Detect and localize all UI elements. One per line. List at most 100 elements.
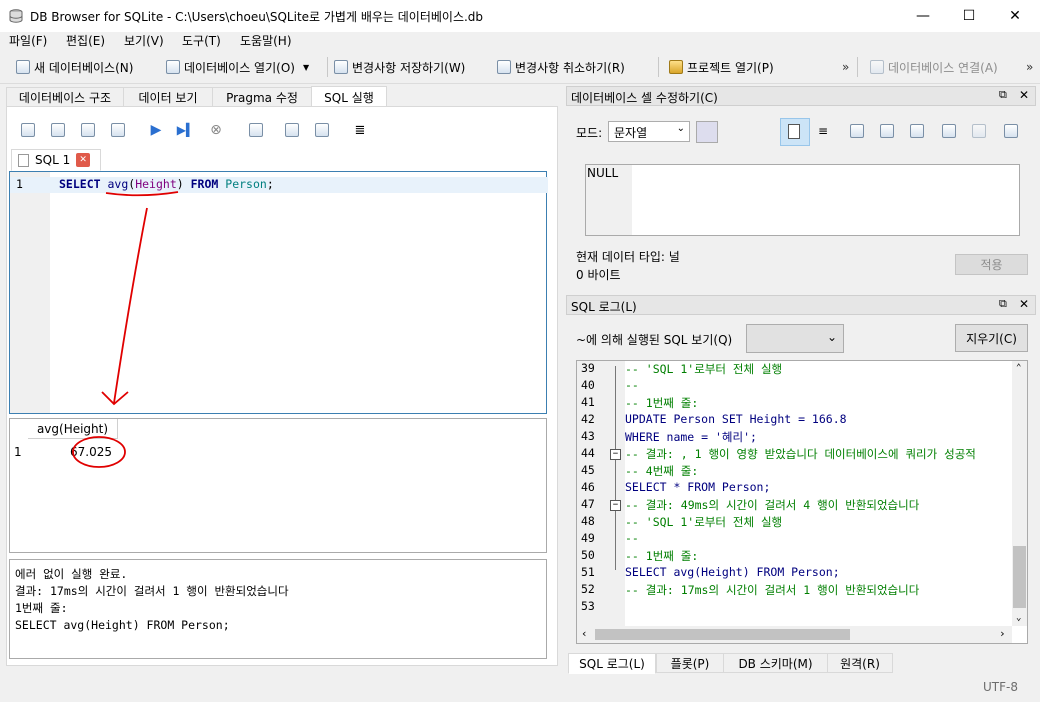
float-dock-icon[interactable]: ⧉ bbox=[999, 297, 1007, 311]
vertical-scrollbar[interactable]: ⌃ ⌄ bbox=[1012, 361, 1027, 626]
open-sql-file-icon[interactable] bbox=[49, 121, 67, 139]
menu-help[interactable]: 도움말(H) bbox=[240, 32, 292, 49]
mode-label: 모드: bbox=[576, 126, 603, 140]
import-icon[interactable] bbox=[850, 124, 864, 141]
log-line-number: 46 bbox=[581, 480, 595, 494]
new-database-button[interactable]: 새 데이터베이스(N) bbox=[12, 55, 137, 79]
cell-content-editor[interactable]: NULL bbox=[585, 164, 1020, 236]
open-project-label: 프로젝트 열기(P) bbox=[687, 60, 774, 75]
horizontal-scrollbar[interactable]: ‹ › bbox=[577, 626, 1012, 643]
menu-tools[interactable]: 도구(T) bbox=[182, 32, 221, 49]
editor-code-line[interactable]: SELECT avg(Height) FROM Person; bbox=[59, 177, 274, 191]
maximize-button[interactable]: ☐ bbox=[946, 0, 992, 32]
log-line-number: 53 bbox=[581, 599, 595, 613]
log-line-number: 44 bbox=[581, 446, 595, 460]
tab-sql-log[interactable]: SQL 로그(L) bbox=[568, 653, 656, 674]
execute-line-icon[interactable]: ▶▍ bbox=[177, 121, 195, 139]
print-cell-icon[interactable] bbox=[1004, 124, 1018, 141]
scroll-left-icon[interactable]: ‹ bbox=[581, 627, 588, 640]
execute-all-icon[interactable]: ▶ bbox=[147, 121, 165, 139]
cell-content-value: NULL bbox=[587, 166, 619, 180]
open-database-button[interactable]: 데이터베이스 열기(O) ▼ bbox=[162, 55, 313, 79]
log-line: WHERE name = '혜리'; bbox=[625, 430, 757, 444]
cell-editor-title: 데이터베이스 셀 수정하기(C) bbox=[571, 91, 718, 105]
log-line-number: 42 bbox=[581, 412, 595, 426]
save-results-icon[interactable] bbox=[247, 121, 265, 139]
word-wrap-icon[interactable]: ≡ bbox=[818, 124, 832, 138]
apply-button[interactable]: 적용 bbox=[955, 254, 1028, 275]
stop-execution-icon[interactable]: ⊗ bbox=[207, 121, 225, 139]
menu-edit[interactable]: 편집(E) bbox=[66, 32, 105, 49]
editor-line-number: 1 bbox=[16, 177, 23, 191]
vertical-scroll-thumb[interactable] bbox=[1013, 546, 1026, 608]
open-project-icon bbox=[669, 60, 683, 74]
write-changes-button[interactable]: 변경사항 저장하기(W) bbox=[330, 55, 469, 79]
sql-tab-label: SQL 1 bbox=[35, 153, 71, 167]
tab-sql-1[interactable]: SQL 1 ✕ bbox=[11, 149, 101, 171]
tab-edit-pragmas[interactable]: Pragma 수정 bbox=[212, 87, 312, 107]
results-grid[interactable]: avg(Height) 1 67.025 bbox=[9, 418, 547, 553]
menu-view[interactable]: 보기(V) bbox=[124, 32, 164, 49]
export-icon[interactable] bbox=[880, 124, 894, 141]
set-null-icon[interactable] bbox=[910, 124, 924, 141]
auto-format-icon[interactable] bbox=[696, 121, 718, 143]
revert-changes-button[interactable]: 변경사항 취소하기(R) bbox=[493, 55, 629, 79]
scroll-right-icon[interactable]: › bbox=[999, 627, 1006, 640]
sql-keyword-from: FROM bbox=[190, 177, 219, 191]
scroll-up-icon[interactable]: ⌃ bbox=[1016, 363, 1021, 373]
chevron-down-icon: ⌄ bbox=[826, 330, 837, 344]
attach-database-icon bbox=[870, 60, 884, 74]
log-line: SELECT avg(Height) FROM Person; bbox=[625, 565, 840, 579]
tab-database-structure[interactable]: 데이터베이스 구조 bbox=[6, 87, 124, 107]
close-button[interactable]: ✕ bbox=[992, 0, 1038, 32]
window-title: DB Browser for SQLite - C:\Users\choeu\S… bbox=[30, 10, 484, 24]
result-column-header[interactable]: avg(Height) bbox=[28, 419, 118, 439]
save-sql-file-icon[interactable] bbox=[79, 121, 97, 139]
clear-log-button[interactable]: 지우기(C) bbox=[955, 324, 1028, 352]
main-toolbar: 새 데이터베이스(N) 데이터베이스 열기(O) ▼ 변경사항 저장하기(W) … bbox=[0, 50, 1040, 84]
sql-log-viewer[interactable]: 39 -- 'SQL 1'로부터 전체 실행 40 -- 41 -- 1번째 줄: 42 UP… bbox=[576, 360, 1028, 644]
open-tab-icon[interactable] bbox=[19, 121, 37, 139]
log-line-number: 49 bbox=[581, 531, 595, 545]
float-dock-icon[interactable]: ⧉ bbox=[999, 88, 1007, 102]
close-dock-icon[interactable]: ✕ bbox=[1019, 297, 1029, 311]
find-icon[interactable] bbox=[283, 121, 301, 139]
new-database-icon bbox=[16, 60, 30, 74]
print-icon[interactable] bbox=[109, 121, 127, 139]
menu-file[interactable]: 파일(F) bbox=[9, 32, 47, 49]
close-tab-icon[interactable]: ✕ bbox=[76, 153, 91, 167]
log-line-number: 45 bbox=[581, 463, 595, 477]
open-project-button[interactable]: 프로젝트 열기(P) bbox=[665, 55, 778, 79]
sql-log-filter-select[interactable]: ⌄ bbox=[746, 324, 844, 353]
horizontal-scroll-thumb[interactable] bbox=[595, 629, 850, 640]
toolbar-overflow-button[interactable]: » bbox=[838, 55, 853, 79]
tab-db-schema[interactable]: DB 스키마(M) bbox=[723, 653, 828, 673]
log-line-number: 47 bbox=[581, 497, 595, 511]
log-line-number: 39 bbox=[581, 361, 595, 375]
tab-browse-data[interactable]: 데이터 보기 bbox=[123, 87, 213, 107]
attach-database-button[interactable]: 데이터베이스 연결(A) bbox=[866, 55, 1002, 79]
comment-block-icon[interactable]: ≣ bbox=[351, 121, 369, 139]
minimize-button[interactable]: — bbox=[900, 0, 946, 32]
toolbar-overflow-button-2[interactable]: » bbox=[1022, 55, 1037, 79]
fold-line bbox=[615, 366, 616, 570]
tab-plot[interactable]: 플롯(P) bbox=[656, 653, 724, 673]
log-line-number: 52 bbox=[581, 582, 595, 596]
data-size-label: 0 바이트 bbox=[576, 268, 621, 282]
tab-remote[interactable]: 원격(R) bbox=[827, 653, 893, 673]
data-type-label: 현재 데이터 타입: 널 bbox=[576, 250, 680, 264]
scroll-down-icon[interactable]: ⌄ bbox=[1016, 613, 1021, 623]
sql-editor[interactable]: 1 SELECT avg(Height) FROM Person; bbox=[9, 171, 548, 414]
fold-toggle-icon[interactable]: − bbox=[610, 449, 621, 460]
find-replace-icon[interactable] bbox=[313, 121, 331, 139]
log-line: -- 1번째 줄: bbox=[625, 396, 699, 410]
mode-select[interactable]: 문자열 ⌄ bbox=[608, 121, 690, 142]
dropdown-arrow-icon[interactable]: ▼ bbox=[303, 63, 309, 72]
revert-changes-label: 변경사항 취소하기(R) bbox=[515, 60, 625, 75]
result-cell[interactable]: 67.025 bbox=[28, 440, 118, 464]
clear-icon[interactable] bbox=[972, 124, 986, 141]
close-dock-icon[interactable]: ✕ bbox=[1019, 88, 1029, 102]
tab-execute-sql[interactable]: SQL 실행 bbox=[311, 86, 387, 108]
fold-toggle-icon[interactable]: − bbox=[610, 500, 621, 511]
open-external-icon[interactable] bbox=[942, 124, 956, 141]
